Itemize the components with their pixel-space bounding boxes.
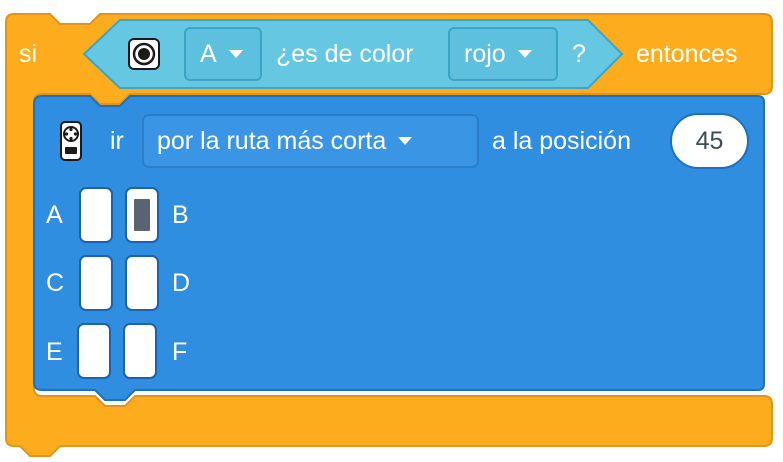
- question-mark-label: ?: [572, 40, 586, 68]
- if-label: si: [19, 40, 38, 68]
- port-button-e[interactable]: [77, 323, 111, 379]
- port-label-d: D: [172, 269, 191, 297]
- color-sensor-icon: [128, 38, 160, 70]
- sensor-port-dropdown[interactable]: A: [184, 27, 262, 81]
- port-label-c: C: [46, 269, 65, 297]
- port-button-b[interactable]: [125, 187, 159, 243]
- port-label-a: A: [46, 201, 63, 229]
- then-label: entonces: [636, 40, 738, 68]
- port-selected-indicator: [134, 199, 150, 231]
- if-block[interactable]: [0, 0, 783, 462]
- port-label-f: F: [172, 338, 188, 366]
- port-button-c[interactable]: [79, 255, 113, 311]
- port-button-a[interactable]: [79, 187, 113, 243]
- color-value: rojo: [464, 39, 506, 68]
- chevron-down-icon: [517, 50, 532, 58]
- position-value: 45: [695, 126, 724, 155]
- go-label: ir: [110, 127, 124, 155]
- port-button-d[interactable]: [125, 255, 159, 311]
- port-button-f[interactable]: [123, 323, 157, 379]
- port-label-e: E: [46, 338, 63, 366]
- motor-icon: [60, 121, 82, 161]
- chevron-down-icon: [228, 50, 243, 58]
- chevron-down-icon: [398, 137, 413, 145]
- position-label: a la posición: [492, 127, 631, 155]
- position-input[interactable]: 45: [670, 113, 749, 169]
- is-color-label: ¿es de color: [276, 40, 414, 68]
- color-dropdown[interactable]: rojo: [448, 27, 558, 81]
- direction-value: por la ruta más corta: [157, 126, 387, 155]
- sensor-port-value: A: [200, 39, 217, 68]
- port-label-b: B: [172, 201, 189, 229]
- direction-dropdown[interactable]: por la ruta más corta: [142, 114, 479, 168]
